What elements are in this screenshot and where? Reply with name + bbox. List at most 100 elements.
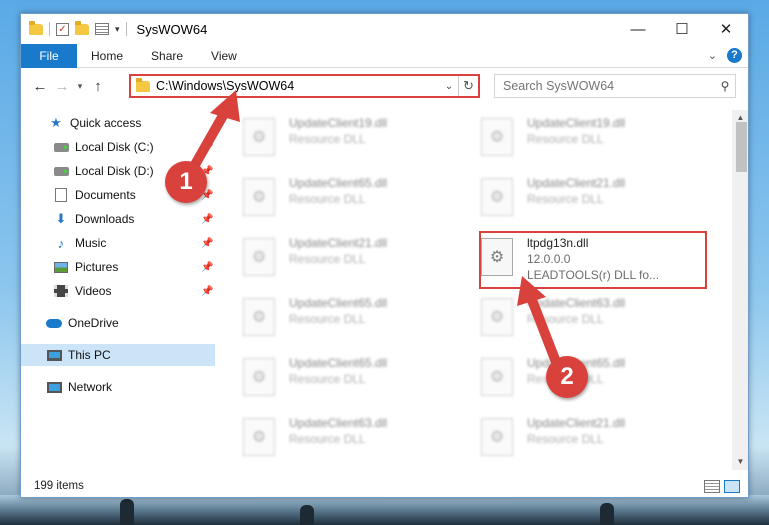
tab-share[interactable]: Share [137,44,197,68]
file-tile[interactable]: ⚙ UpdateClient65.dll Resource DLL [243,294,469,344]
desktop-background [0,495,769,525]
sidebar-item-label: Music [75,236,107,250]
onedrive-icon [46,316,62,330]
scrollbar-thumb[interactable] [736,122,747,172]
file-name: UpdateClient65.dll [289,296,388,310]
sidebar-item-local-disk-c[interactable]: Local Disk (C:) 📌 [21,136,215,158]
sidebar-item-quick-access[interactable]: ★ Quick access [21,112,215,134]
dll-file-icon: ⚙ [243,298,275,336]
folder-icon [136,77,150,92]
properties-check-icon[interactable]: ✓ [56,22,69,36]
file-type: Resource DLL [289,372,366,386]
tab-view[interactable]: View [197,44,251,68]
large-icons-view-icon[interactable] [724,479,740,493]
sidebar-item-pictures[interactable]: Pictures 📌 [21,256,215,278]
dll-file-icon: ⚙ [243,418,275,456]
sidebar-item-music[interactable]: ♪ Music 📌 [21,232,215,254]
up-arrow-icon[interactable]: ↑ [87,78,109,95]
tab-file[interactable]: File [21,43,77,68]
search-box[interactable]: ⚲ [494,74,736,98]
refresh-icon[interactable]: ↻ [458,76,478,96]
file-tile[interactable]: ⚙ UpdateClient65.dllResource DLL [243,174,469,224]
step2-callout: 2 [546,356,588,398]
sidebar-item-label: This PC [68,348,111,362]
new-folder-icon[interactable] [75,20,89,35]
file-tile[interactable]: ⚙ UpdateClient63.dll Resource DLL [481,294,707,344]
sidebar-item-label: Network [68,380,113,394]
sidebar-item-downloads[interactable]: ⬇ Downloads 📌 [21,208,215,230]
pin-icon[interactable]: 📌 [201,214,213,225]
dll-file-icon: ⚙ [481,178,513,216]
music-icon: ♪ [57,235,65,251]
window-controls: — ☐ ✕ [616,14,748,44]
file-name: UpdateClient19.dll [527,116,626,130]
file-tile[interactable]: ⚙ UpdateClient65.dll Resource DLL [243,354,469,404]
sidebar-item-label: Quick access [70,116,142,130]
file-tile[interactable]: ⚙ UpdateClient21.dll Resource DLL [243,234,469,284]
forward-arrow-icon[interactable]: → [51,78,73,95]
pin-icon[interactable]: 📌 [201,142,213,153]
dll-file-icon: ⚙ [481,418,513,456]
search-icon[interactable]: ⚲ [715,79,735,93]
file-type: Resource DLL [289,132,366,146]
file-tile[interactable]: ⚙ UpdateClient65.dllResource DLL [481,354,707,404]
sidebar-item-network[interactable]: Network [21,376,215,398]
dll-file-icon: ⚙ [481,118,513,156]
help-icon[interactable]: ? [727,48,742,63]
sidebar-item-this-pc[interactable]: This PC [21,344,215,366]
tab-home[interactable]: Home [77,44,137,68]
dll-file-icon: ⚙ [243,358,275,396]
this-pc-icon [46,348,62,362]
quick-access-toolbar: ✓ ▾ [21,20,127,36]
file-tile[interactable]: ⚙ UpdateClient21.dll Resource DLL [481,414,707,464]
file-tile[interactable]: ⚙ UpdateClient19.dll Resource DLL [243,114,469,164]
file-name: ltpdg13n.dll [527,236,589,250]
file-type: Resource DLL [527,192,604,206]
dll-file-icon: ⚙ [481,238,513,276]
search-input[interactable] [503,79,715,93]
back-arrow-icon[interactable]: ← [29,78,51,95]
title-bar: ✓ ▾ SysWOW64 — ☐ ✕ [21,14,748,44]
palm-silhouette [300,505,314,525]
dll-file-icon: ⚙ [243,118,275,156]
sidebar-item-onedrive[interactable]: OneDrive [21,312,215,334]
details-view-icon[interactable] [704,479,720,493]
vertical-scrollbar[interactable]: ▲ ▼ [732,110,748,470]
file-tile[interactable]: ⚙ UpdateClient21.dll Resource DLL [481,174,707,224]
file-type: Resource DLL [289,312,366,326]
file-tile-ltpdg13n[interactable]: ⚙ ltpdg13n.dll 12.0.0.0 LEADTOOLS(r) DLL… [481,234,707,284]
toolbar-separator [125,22,127,36]
file-name: UpdateClient65.dll [289,356,388,370]
chevron-down-icon[interactable]: ▾ [115,24,120,35]
toolbar-separator [49,22,50,36]
file-type: Resource DLL [289,192,366,206]
sidebar-item-videos[interactable]: Videos 📌 [21,280,215,302]
pin-icon[interactable]: 📌 [201,262,213,273]
status-bar: 199 items [21,474,748,497]
file-tile[interactable]: ⚙ UpdateClient19.dll Resource DLL [481,114,707,164]
ribbon-tabs: File Home Share View ⌄ ? [21,43,748,68]
sidebar-item-label: Local Disk (D:) [75,164,154,178]
expand-ribbon-chevron-icon[interactable]: ⌄ [708,49,717,62]
network-icon [46,380,62,394]
documents-icon [53,188,69,202]
palm-silhouette [600,503,614,525]
address-dropdown-chevron-icon[interactable]: ⌄ [440,81,458,92]
scroll-down-arrow-icon[interactable]: ▼ [732,454,748,470]
address-bar[interactable]: C:\Windows\SysWOW64 ⌄ ↻ [129,74,480,98]
maximize-button[interactable]: ☐ [660,14,704,44]
dll-file-icon: ⚙ [481,298,513,336]
address-path[interactable]: C:\Windows\SysWOW64 [156,79,440,93]
sidebar-item-label: Local Disk (C:) [75,140,154,154]
close-button[interactable]: ✕ [704,14,748,44]
file-tile[interactable]: ⚙ UpdateClient63.dll Resource DLL [243,414,469,464]
recent-locations-chevron-icon[interactable]: ▾ [73,81,87,92]
properties-list-icon[interactable] [95,23,109,35]
videos-icon [53,284,69,298]
minimize-button[interactable]: — [616,14,660,44]
pin-icon[interactable]: 📌 [201,238,213,249]
file-type: Resource DLL [527,312,604,326]
downloads-icon: ⬇ [55,211,67,226]
dll-file-icon: ⚙ [243,238,275,276]
pin-icon[interactable]: 📌 [201,286,213,297]
